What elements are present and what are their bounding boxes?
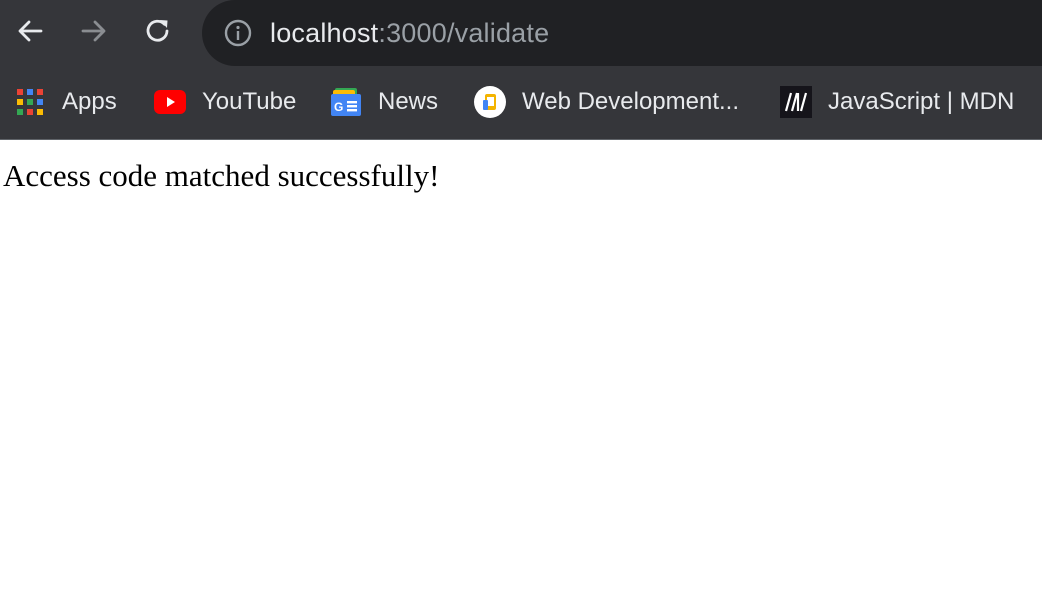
page-content: Access code matched successfully! [0,140,1042,616]
bookmark-web-development[interactable]: Web Development... [474,86,739,118]
bookmarks-bar: Apps YouTube G News Web Development... J… [0,66,1042,138]
url-path: :3000/validate [378,17,550,48]
bookmark-label: YouTube [202,88,297,115]
bookmark-label: News [378,88,439,115]
mdn-icon [780,86,812,118]
reload-button[interactable] [140,13,176,49]
bookmark-mdn[interactable]: JavaScript | MDN [780,86,1014,118]
back-button[interactable] [12,13,48,49]
reload-icon [146,19,169,42]
apps-grid-icon [14,86,46,118]
youtube-icon [154,86,186,118]
web-development-icon [474,86,506,118]
url-host: localhost [270,17,379,48]
google-news-icon: G [330,86,362,118]
address-bar[interactable]: localhost:3000/validate [202,0,1042,66]
arrow-left-icon [18,20,43,42]
bookmark-label: Web Development... [522,88,739,115]
site-info-icon[interactable] [224,19,252,47]
url-text[interactable]: localhost:3000/validate [270,18,549,49]
arrow-right-icon [81,20,106,42]
browser-chrome: localhost:3000/validate Apps YouTube G N… [0,0,1042,140]
svg-text:G: G [334,100,343,114]
bookmark-apps[interactable]: Apps [14,86,117,118]
bookmark-label: Apps [62,88,117,115]
forward-button[interactable] [76,13,112,49]
browser-toolbar: localhost:3000/validate [0,0,1042,66]
bookmark-news[interactable]: G News [330,86,438,118]
bookmark-youtube[interactable]: YouTube [154,86,296,118]
success-message: Access code matched successfully! [3,158,440,193]
bookmark-label: JavaScript | MDN [828,88,1015,115]
